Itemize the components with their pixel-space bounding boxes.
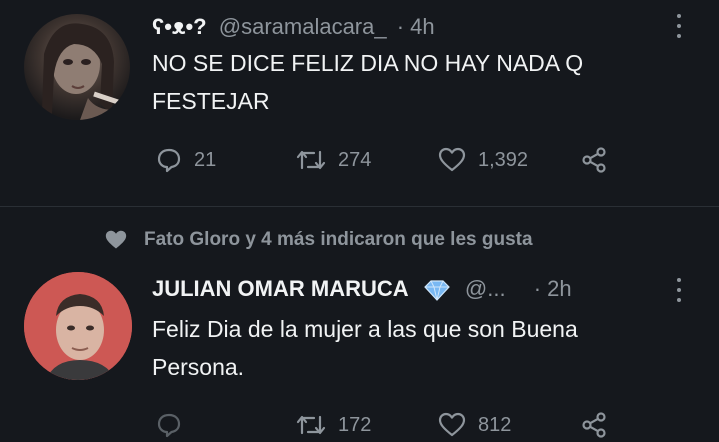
- tweet-text-line: NO SE DICE FELIZ DIA NO HAY NADA Q: [152, 50, 584, 76]
- tweet-text: NO SE DICE FELIZ DIA NO HAY NADA Q FESTE…: [152, 44, 692, 120]
- share-icon: [582, 147, 606, 173]
- avatar[interactable]: [24, 272, 132, 380]
- avatar-photo: [42, 23, 125, 120]
- retweet-icon: [296, 150, 326, 170]
- like-button[interactable]: 812: [438, 410, 511, 440]
- avatar-photo: [24, 272, 132, 380]
- like-count: 812: [478, 413, 512, 436]
- reply-count: 21: [194, 148, 217, 171]
- reply-icon: [157, 148, 181, 173]
- retweet-icon: [296, 415, 326, 435]
- social-context[interactable]: Fato Gloro y 4 más indicaron que les gus…: [104, 226, 533, 254]
- more-options-icon[interactable]: [676, 14, 682, 38]
- share-button[interactable]: [580, 145, 608, 175]
- tweet-header: JULIAN OMAR MARUCA @... · 2h: [152, 276, 572, 304]
- tweet-actions: 21 274 1,392: [156, 145, 656, 175]
- reply-button[interactable]: 21: [156, 145, 216, 175]
- like-button[interactable]: 1,392: [438, 145, 528, 175]
- reply-icon: [157, 413, 181, 438]
- tweet-julian-omar-maruca[interactable]: JULIAN OMAR MARUCA @... · 2h Feliz Dia d…: [0, 264, 719, 442]
- more-options-icon[interactable]: [676, 278, 682, 302]
- retweet-count: 274: [338, 148, 372, 171]
- heart-icon: [438, 147, 466, 172]
- tweet-text-line: FESTEJAR: [152, 88, 270, 114]
- user-name[interactable]: ʕ•ᴥ•?: [152, 14, 207, 39]
- tweet-time: · 2h: [533, 276, 572, 301]
- retweet-count: 172: [338, 413, 372, 436]
- social-context-text: Fato Gloro y 4 más indicaron que les gus…: [144, 229, 533, 250]
- share-icon: [582, 412, 606, 438]
- retweet-button[interactable]: 172: [296, 410, 371, 440]
- retweet-button[interactable]: 274: [296, 145, 371, 175]
- tweet-divider: [0, 206, 719, 207]
- like-count: 1,392: [478, 148, 529, 171]
- verified-diamond-icon: [423, 279, 451, 302]
- tweet-saramalacara[interactable]: ʕ•ᴥ•? @saramalacara_ · 4h NO SE DICE FEL…: [0, 0, 719, 200]
- user-handle[interactable]: @saramalacara_: [219, 14, 387, 39]
- tweet-text-line: Feliz Dia de la mujer a las que son Buen…: [152, 316, 578, 342]
- tweet-actions: 172 812: [156, 410, 656, 440]
- tweet-text: Feliz Dia de la mujer a las que son Buen…: [152, 310, 712, 386]
- heart-icon: [438, 412, 466, 437]
- tweet-time: · 4h: [396, 14, 435, 39]
- tweet-text-line: Persona.: [152, 354, 245, 380]
- avatar[interactable]: [24, 14, 130, 120]
- share-button[interactable]: [580, 410, 608, 440]
- tweet-header: ʕ•ᴥ•? @saramalacara_ · 4h: [152, 14, 435, 40]
- timeline-feed: ʕ•ᴥ•? @saramalacara_ · 4h NO SE DICE FEL…: [0, 0, 719, 442]
- reply-button[interactable]: [156, 410, 182, 440]
- heart-filled-icon: [105, 230, 127, 249]
- user-name[interactable]: JULIAN OMAR MARUCA: [152, 276, 409, 301]
- user-handle[interactable]: @...: [465, 276, 506, 301]
